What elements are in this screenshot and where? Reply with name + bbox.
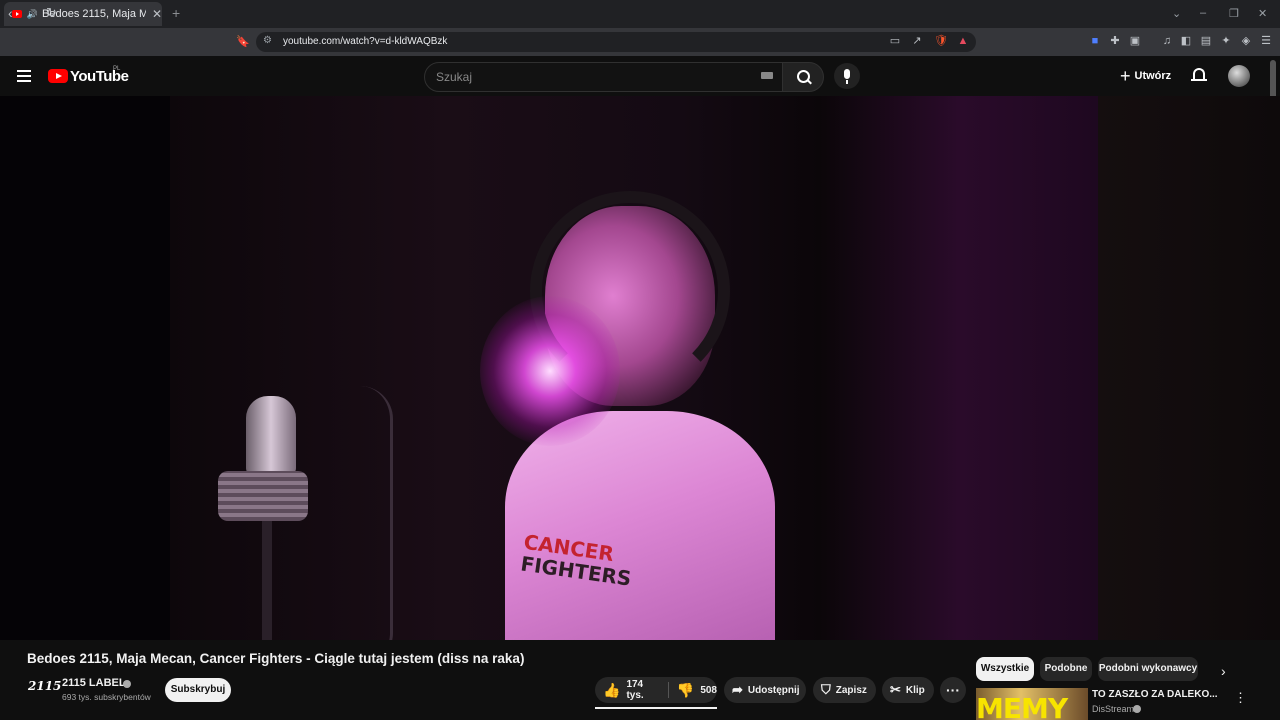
bookmark-save-icon: ⛉ [821, 682, 831, 697]
share-page-icon[interactable]: ↗ [910, 34, 924, 48]
extensions-puzzle-icon[interactable]: ✚ [1108, 34, 1122, 48]
microphone-stand [262, 521, 272, 640]
back-icon[interactable]: ‹ [8, 5, 13, 21]
channel-name[interactable]: 2115 LABEL [62, 677, 126, 689]
microphone [246, 396, 296, 476]
media-control-icon[interactable]: ♫ [1160, 34, 1174, 48]
subscribe-button[interactable]: Subskrybuj [165, 678, 231, 702]
scissors-icon: ✂ [890, 682, 901, 697]
screenshot-icon[interactable]: ▣ [1128, 34, 1142, 48]
like-divider [668, 682, 669, 698]
brave-rewards-icon[interactable]: ▲ [956, 34, 970, 48]
clip-button[interactable]: ✂ Klip [882, 677, 934, 703]
plus-icon: + [1120, 66, 1131, 86]
hamburger-menu-icon[interactable] [17, 70, 31, 85]
microphone-mount [218, 471, 308, 521]
more-actions-button[interactable]: ··· [940, 677, 966, 703]
share-button[interactable]: ➦ Udostępnij [724, 677, 806, 703]
microphone-cable [360, 386, 393, 640]
new-tab-button[interactable]: + [172, 5, 180, 21]
keyboard-icon[interactable] [761, 72, 773, 79]
minimize-window-button[interactable]: – [1200, 7, 1206, 19]
save-label: Zapisz [835, 684, 867, 696]
recommendation-title[interactable]: TO ZASZŁO ZA DALEKO... [1092, 689, 1218, 700]
cast-icon[interactable]: ▭ [888, 34, 902, 48]
browser-menu-icon[interactable]: ☰ [1259, 34, 1273, 48]
site-info-icon[interactable]: ⚙ [263, 35, 272, 46]
restore-window-button[interactable]: ❐ [1229, 7, 1239, 20]
recommendation-channel[interactable]: DisStream [1092, 704, 1134, 714]
pink-light-glow [480, 296, 620, 446]
youtube-logo-icon[interactable] [48, 69, 68, 83]
recommendation-thumbnail[interactable]: MEMY [976, 688, 1088, 720]
like-dislike-group: 👍 174 tys. 👎 508 [595, 677, 717, 703]
chevron-right-icon[interactable]: › [1221, 663, 1226, 679]
vpn-icon[interactable]: ◈ [1239, 34, 1253, 48]
thumbnail-caption: MEMY [976, 692, 1068, 720]
browser-tab[interactable]: 🔊 Bedoes 2115, Maja Mecan, C... ✕ [4, 2, 162, 26]
video-side-area [1098, 96, 1280, 640]
search-button[interactable] [782, 62, 824, 92]
create-button[interactable]: + Utwórz [1120, 66, 1171, 86]
like-ratio-bar [595, 707, 717, 709]
leo-ai-icon[interactable]: ✦ [1219, 34, 1233, 48]
extension-icon[interactable]: ■ [1088, 34, 1102, 48]
verified-icon [123, 680, 131, 688]
close-tab-icon[interactable]: ✕ [152, 7, 162, 21]
close-window-button[interactable]: ✕ [1258, 7, 1267, 20]
tab-search-icon[interactable]: ⌄ [1172, 7, 1181, 20]
browser-tab-bar [0, 0, 1280, 28]
user-avatar[interactable] [1228, 65, 1250, 87]
country-code: PL [113, 66, 121, 72]
chip-related[interactable]: Podobne [1040, 657, 1092, 681]
sidebar-icon[interactable]: ◧ [1179, 34, 1193, 48]
search-input[interactable] [434, 68, 738, 86]
reload-icon[interactable]: ↻ [46, 5, 57, 21]
shirt-print: CANCER FIGHTERS [519, 530, 633, 591]
youtube-favicon-icon [12, 10, 22, 18]
wallet-icon[interactable]: ▤ [1199, 34, 1213, 48]
thumbs-up-icon[interactable]: 👍 [603, 682, 620, 699]
save-button[interactable]: ⛉ Zapisz [813, 677, 876, 703]
clip-label: Klip [905, 684, 925, 696]
url-text[interactable]: youtube.com/watch?v=d-kldWAQBzk [283, 36, 447, 47]
subscriber-count: 693 tys. subskrybentów [62, 692, 151, 702]
share-icon: ➦ [732, 682, 743, 697]
forward-icon[interactable]: › [30, 5, 35, 21]
brave-shield-icon[interactable]: 🛡 [934, 34, 948, 48]
chip-similar-artists[interactable]: Podobni wykonawcy [1098, 657, 1198, 681]
create-label: Utwórz [1134, 70, 1172, 82]
recommendation-menu-icon[interactable]: ⋮ [1234, 690, 1247, 706]
video-title: Bedoes 2115, Maja Mecan, Cancer Fighters… [27, 651, 525, 666]
share-label: Udostępnij [747, 684, 800, 696]
recommendation-verified-icon [1133, 705, 1141, 713]
notifications-bell-icon[interactable] [1191, 68, 1207, 81]
channel-avatar[interactable]: 2115 [28, 679, 61, 699]
voice-search-mic-icon[interactable] [834, 63, 860, 89]
chip-all[interactable]: Wszystkie [976, 657, 1034, 681]
tab-title: Bedoes 2115, Maja Mecan, C... [42, 8, 146, 20]
bookmark-icon[interactable]: 🔖 [236, 35, 250, 48]
dislike-count[interactable]: 508 [700, 685, 717, 696]
thumbs-down-icon[interactable]: 👎 [677, 682, 694, 699]
like-count[interactable]: 174 tys. [626, 679, 658, 701]
video-player[interactable]: CANCER FIGHTERS [0, 96, 1280, 640]
